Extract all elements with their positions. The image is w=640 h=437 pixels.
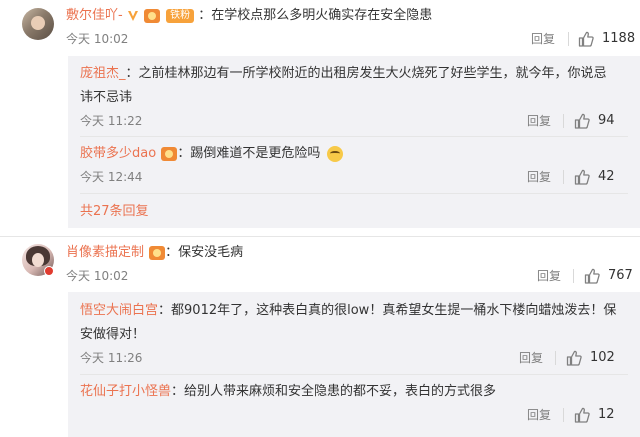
comment-text: 在学校点那么多明火确实存在安全隐患 (211, 8, 433, 23)
like-count: 42 (598, 169, 615, 184)
reply-time: 今天 11:22 (80, 114, 143, 128)
thumbs-up-icon (578, 31, 594, 47)
thumbs-up-icon (566, 350, 582, 366)
like-count: 94 (598, 113, 615, 128)
reply-button[interactable]: 回复 (527, 113, 551, 129)
reply-time: 今天 11:26 (80, 351, 143, 365)
like-count: 1188 (602, 31, 636, 46)
like-count: 102 (590, 350, 615, 365)
like-button[interactable]: 767 (584, 267, 633, 285)
view-more-replies-link[interactable]: 共27条回复 (80, 203, 149, 221)
comment-line: 敷尔佳吖- 铁粉 ：在学校点那么多明火确实存在安全隐患 (66, 8, 433, 23)
like-button[interactable]: 102 (566, 349, 615, 367)
emoji-icon (326, 145, 343, 162)
reply-button[interactable]: 回复 (519, 350, 543, 366)
username-link[interactable]: 胶带多少dao (80, 146, 156, 161)
comment-time: 今天 10:02 (66, 269, 129, 283)
like-count: 12 (598, 407, 615, 422)
like-button[interactable]: 94 (574, 112, 615, 130)
reply-line: 庞祖杰_：之前桂林那边有一所学校附近的出租房发生大火烧死了好些学生，就今年，你说… (80, 66, 607, 81)
thumbs-up-icon (574, 407, 590, 423)
like-count: 767 (608, 268, 633, 283)
reply-text: 安做得对！ (80, 327, 146, 342)
username-link[interactable]: 庞祖杰_ (80, 66, 126, 81)
reply-line: 讳不忌讳 (80, 89, 132, 107)
username-link[interactable]: 肖像素描定制 (66, 245, 144, 260)
thumbs-up-icon (574, 169, 590, 185)
reply-text: 给别人带来麻烦和安全隐患的都不妥，表白的方式很多 (184, 384, 497, 399)
username-link[interactable]: 花仙子打小怪兽 (80, 384, 171, 399)
fan-badge: 铁粉 (166, 8, 195, 23)
username-link[interactable]: 敷尔佳吖- (66, 8, 123, 23)
avatar[interactable] (22, 8, 54, 40)
username-link[interactable]: 悟空大闹白宫 (80, 303, 158, 318)
fan-level-icon (143, 8, 160, 23)
fan-level-icon (161, 146, 178, 161)
like-button[interactable]: 1188 (578, 30, 635, 48)
like-button[interactable]: 42 (574, 168, 615, 186)
reply-line: 胶带多少dao ：踢倒难道不是更危险吗 (80, 145, 343, 163)
comment-text: 保安没毛病 (178, 245, 244, 260)
comment-time: 今天 10:02 (66, 32, 129, 46)
vip-v-icon (127, 10, 138, 21)
reply-text: 之前桂林那边有一所学校附近的出租房发生大火烧死了好些学生，就今年，你说忌 (138, 66, 607, 81)
reply-text: 讳不忌讳 (80, 90, 133, 105)
reply-line: 悟空大闹白宫：都9012年了，这种表白真的很low！真希望女生提一桶水下楼向蜡烛… (80, 303, 617, 318)
comment-line: 肖像素描定制 ：保安没毛病 (66, 245, 244, 260)
reply-button[interactable]: 回复 (537, 268, 561, 284)
reply-time: 今天 12:44 (80, 170, 143, 184)
reply-line: 安做得对！ (80, 326, 145, 344)
reply-button[interactable]: 回复 (527, 169, 551, 185)
reply-text: 都9012年了，这种表白真的很low！真希望女生提一桶水下楼向蜡烛泼去！保 (171, 303, 617, 318)
like-button[interactable]: 12 (574, 406, 615, 424)
reply-button[interactable]: 回复 (531, 31, 555, 47)
reply-text: 踢倒难道不是更危险吗 (190, 146, 321, 161)
fan-level-icon (149, 245, 166, 260)
thumbs-up-icon (584, 268, 600, 284)
thumbs-up-icon (574, 113, 590, 129)
reply-line: 花仙子打小怪兽：给别人带来麻烦和安全隐患的都不妥，表白的方式很多 (80, 384, 497, 399)
verified-badge-icon (44, 266, 54, 276)
reply-button[interactable]: 回复 (527, 407, 551, 423)
